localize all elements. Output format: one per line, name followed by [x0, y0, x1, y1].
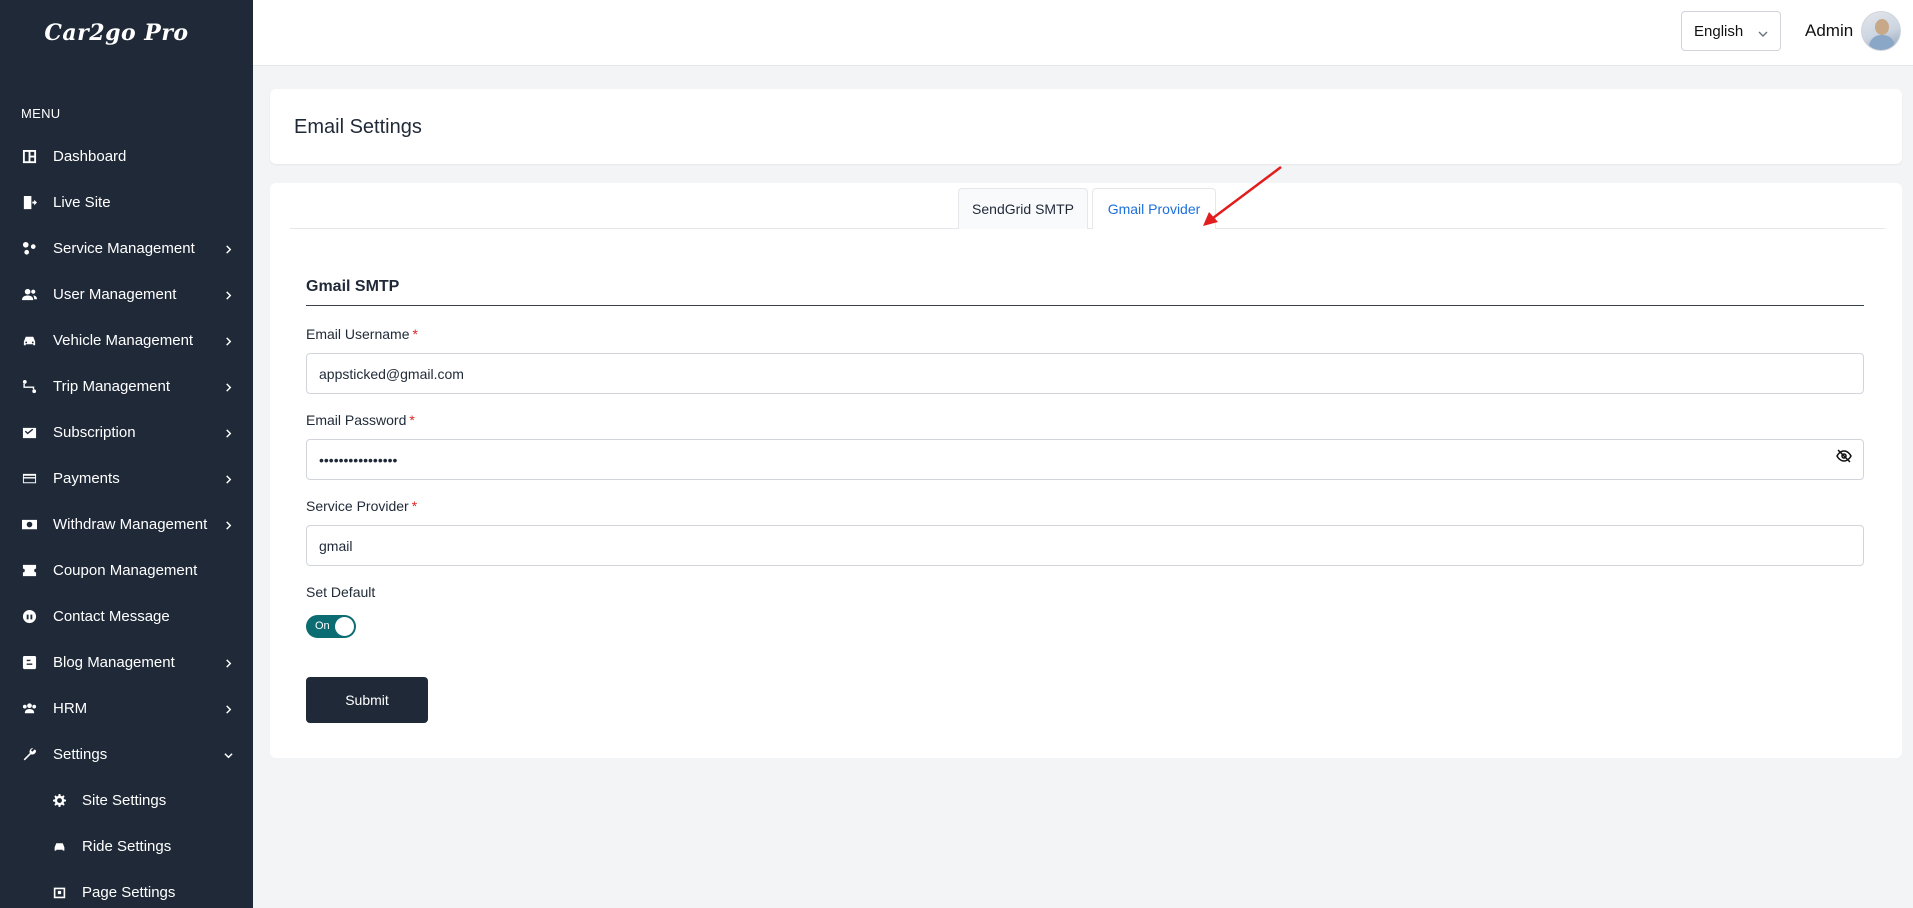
sidebar-item-hrm[interactable]: HRM	[0, 685, 253, 731]
sidebar-item-label: Subscription	[53, 423, 136, 441]
sidebar-item-contact-message[interactable]: Contact Message	[0, 593, 253, 639]
chevron-down-icon	[223, 750, 233, 760]
credit-card-icon	[21, 470, 37, 486]
email-password-label: Email Password *	[306, 412, 415, 428]
chevron-right-icon	[223, 704, 233, 714]
route-icon	[21, 378, 37, 394]
sidebar-item-subscription[interactable]: Subscription	[0, 409, 253, 455]
money-icon	[21, 516, 37, 532]
blog-icon	[21, 654, 37, 670]
sidebar-item-payments[interactable]: Payments	[0, 455, 253, 501]
wrench-icon	[21, 746, 37, 762]
sidebar-item-trip-management[interactable]: Trip Management	[0, 363, 253, 409]
sidebar-item-user-management[interactable]: User Management	[0, 271, 253, 317]
sidebar-item-dashboard[interactable]: Dashboard	[0, 133, 253, 179]
sidebar-item-label: Service Management	[53, 239, 195, 257]
avatar[interactable]	[1861, 11, 1901, 51]
service-provider-input[interactable]	[306, 525, 1864, 566]
external-link-icon	[21, 194, 37, 210]
sidebar-item-label: Withdraw Management	[53, 515, 208, 533]
sidebar: Car2go Pro MENU Dashboard Live Site Serv…	[0, 0, 253, 908]
sidebar-item-label: User Management	[53, 285, 177, 303]
required-mark: *	[412, 326, 418, 342]
coupon-icon	[21, 562, 37, 578]
page-header-card: Email Settings	[270, 89, 1902, 164]
sidebar-subitem-ride-settings[interactable]: Ride Settings	[0, 823, 253, 869]
email-settings-card: SendGrid SMTP Gmail Provider Gmail SMTP …	[270, 183, 1902, 758]
required-mark: *	[411, 498, 418, 514]
car-icon	[21, 332, 37, 348]
provider-tabs: SendGrid SMTP Gmail Provider	[290, 188, 1885, 229]
chevron-right-icon	[223, 474, 233, 484]
sidebar-subitem-site-settings[interactable]: Site Settings	[0, 777, 253, 823]
chevron-right-icon	[223, 336, 233, 346]
eye-slash-icon[interactable]	[1836, 448, 1852, 464]
sidebar-item-label: Payments	[53, 469, 120, 487]
field-label-text: Email Username	[306, 326, 410, 342]
headset-icon	[21, 608, 37, 624]
chevron-right-icon	[223, 520, 233, 530]
sidebar-item-label: Dashboard	[53, 147, 127, 165]
chevron-right-icon	[223, 658, 233, 668]
sidebar-item-label: Contact Message	[53, 607, 170, 625]
sidebar-subitem-label: Page Settings	[82, 883, 176, 901]
subscription-icon	[21, 424, 37, 440]
sidebar-item-vehicle-management[interactable]: Vehicle Management	[0, 317, 253, 363]
sidebar-item-blog-management[interactable]: Blog Management	[0, 639, 253, 685]
sidebar-item-label: Live Site	[53, 193, 111, 211]
tab-gmail-provider[interactable]: Gmail Provider	[1092, 188, 1216, 229]
toggle-knob	[335, 617, 354, 636]
email-username-label: Email Username *	[306, 326, 418, 342]
app-logo[interactable]: Car2go Pro	[0, 0, 253, 66]
section-divider	[306, 305, 1864, 306]
required-mark: *	[409, 412, 415, 428]
gear-icon	[52, 793, 66, 807]
email-username-input[interactable]	[306, 353, 1864, 394]
sidebar-item-settings[interactable]: Settings	[0, 731, 253, 777]
car-icon	[52, 839, 66, 853]
set-default-toggle[interactable]: On	[306, 615, 356, 638]
sidebar-item-label: Coupon Management	[53, 561, 198, 579]
sidebar-item-label: HRM	[53, 699, 88, 717]
sidebar-item-label: Vehicle Management	[53, 331, 194, 349]
service-provider-label: Service Provider *	[306, 498, 417, 514]
page-icon	[52, 885, 66, 899]
sidebar-item-coupon-management[interactable]: Coupon Management	[0, 547, 253, 593]
submit-button[interactable]: Submit	[306, 677, 428, 723]
tab-sendgrid-smtp[interactable]: SendGrid SMTP	[958, 188, 1088, 229]
chevron-down-icon	[1758, 26, 1768, 37]
services-icon	[21, 240, 37, 256]
email-password-input[interactable]	[306, 439, 1864, 480]
sidebar-nav: Dashboard Live Site Service Management U…	[0, 133, 253, 908]
dashboard-icon	[21, 148, 37, 164]
section-title: Gmail SMTP	[306, 278, 400, 295]
sidebar-item-live-site[interactable]: Live Site	[0, 179, 253, 225]
chevron-right-icon	[223, 290, 233, 300]
chevron-right-icon	[223, 382, 233, 392]
users-icon	[21, 286, 37, 302]
topbar: English Admin	[253, 0, 1913, 66]
sidebar-item-label: Trip Management	[53, 377, 170, 395]
sidebar-item-withdraw-management[interactable]: Withdraw Management	[0, 501, 253, 547]
team-icon	[21, 700, 37, 716]
sidebar-subitem-page-settings[interactable]: Page Settings	[0, 869, 253, 908]
field-label-text: Email Password	[306, 412, 407, 428]
sidebar-item-label: Settings	[53, 745, 108, 763]
chevron-right-icon	[223, 244, 233, 254]
chevron-right-icon	[223, 428, 233, 438]
page-title: Email Settings	[294, 116, 422, 138]
language-select[interactable]: English	[1681, 11, 1781, 51]
sidebar-item-service-management[interactable]: Service Management	[0, 225, 253, 271]
sidebar-subitem-label: Ride Settings	[82, 837, 172, 855]
language-select-value: English	[1694, 22, 1744, 40]
field-label-text: Service Provider	[306, 498, 409, 514]
set-default-label: Set Default	[306, 584, 376, 600]
user-name[interactable]: Admin	[1805, 21, 1853, 41]
toggle-state-label: On	[315, 620, 330, 632]
sidebar-item-label: Blog Management	[53, 653, 175, 671]
sidebar-subitem-label: Site Settings	[82, 791, 167, 809]
